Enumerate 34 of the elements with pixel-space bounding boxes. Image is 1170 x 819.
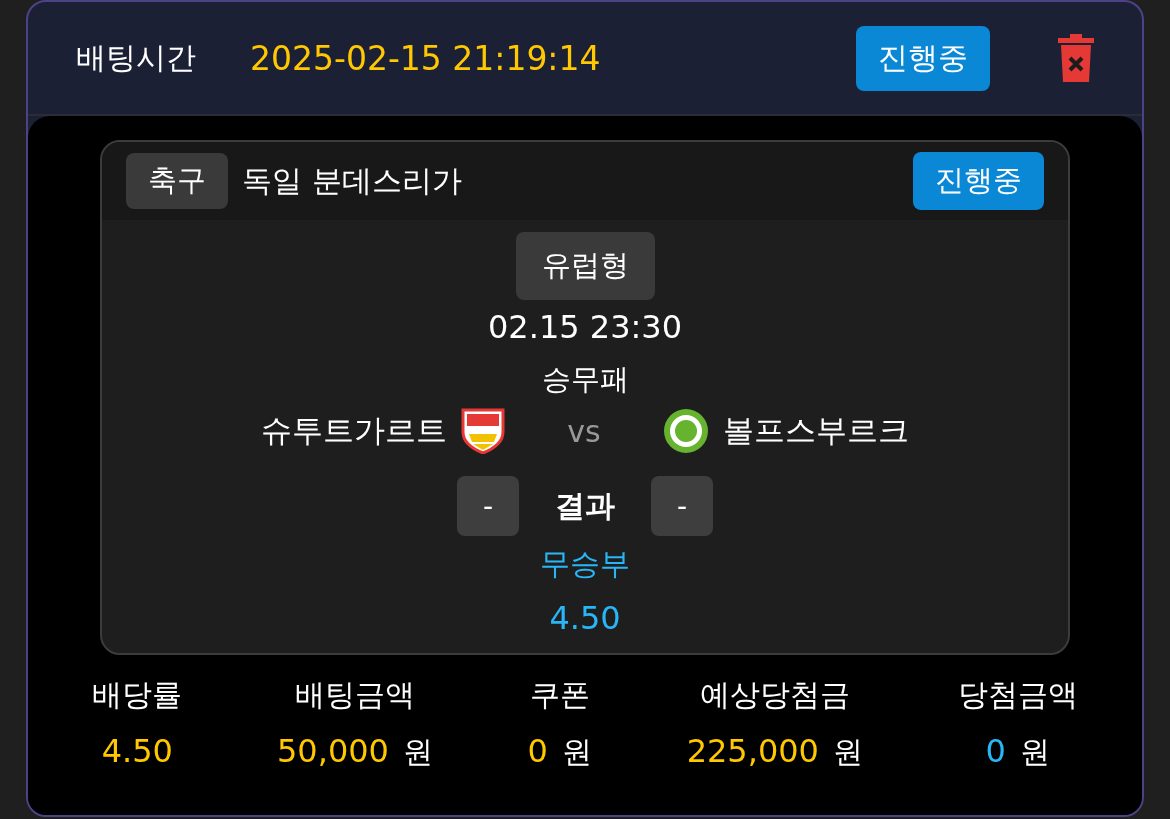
bet-time: 2025-02-15 21:19:14 — [250, 38, 602, 78]
stat-label: 당첨금액 — [957, 676, 1078, 714]
match-status-badge: 진행중 — [913, 152, 1044, 210]
trash-icon[interactable] — [1058, 34, 1094, 82]
stat-label: 배팅금액 — [294, 676, 415, 714]
kickoff-time: 02.15 23:30 — [488, 308, 682, 346]
versus-label: vs — [567, 413, 601, 449]
status-button[interactable]: 진행중 — [856, 25, 990, 91]
currency-unit: 원 — [402, 733, 433, 771]
bet-time-label: 배팅시간 — [76, 38, 197, 77]
stat-label: 배당률 — [92, 676, 183, 714]
stat-value: 0 — [985, 732, 1006, 772]
home-score: - — [457, 476, 519, 536]
currency-unit: 원 — [1019, 733, 1050, 771]
round-crest-icon — [662, 408, 709, 454]
sport-tag: 축구 — [126, 153, 228, 209]
home-team: 슈투트가르트 — [261, 411, 448, 450]
bet-type: 승무패 — [541, 361, 629, 398]
stat-value: 0 — [527, 732, 548, 772]
stat-label: 쿠폰 — [529, 676, 590, 714]
stat-label: 예상당첨금 — [699, 676, 850, 714]
stat-value: 225,000 — [686, 732, 819, 772]
away-score: - — [651, 476, 713, 536]
shield-crest-icon — [461, 408, 506, 454]
pick-label: 무승부 — [540, 545, 630, 583]
stat-value: 4.50 — [101, 732, 173, 770]
league-name: 독일 분데스리가 — [242, 161, 463, 200]
market-type-tag: 유럽형 — [515, 232, 655, 300]
stat-value: 50,000 — [277, 732, 389, 772]
odds-value: 4.50 — [549, 599, 621, 637]
currency-unit: 원 — [561, 733, 592, 771]
result-label: 결과 — [555, 486, 615, 525]
currency-unit: 원 — [832, 733, 863, 771]
away-team: 볼프스부르크 — [722, 411, 909, 450]
